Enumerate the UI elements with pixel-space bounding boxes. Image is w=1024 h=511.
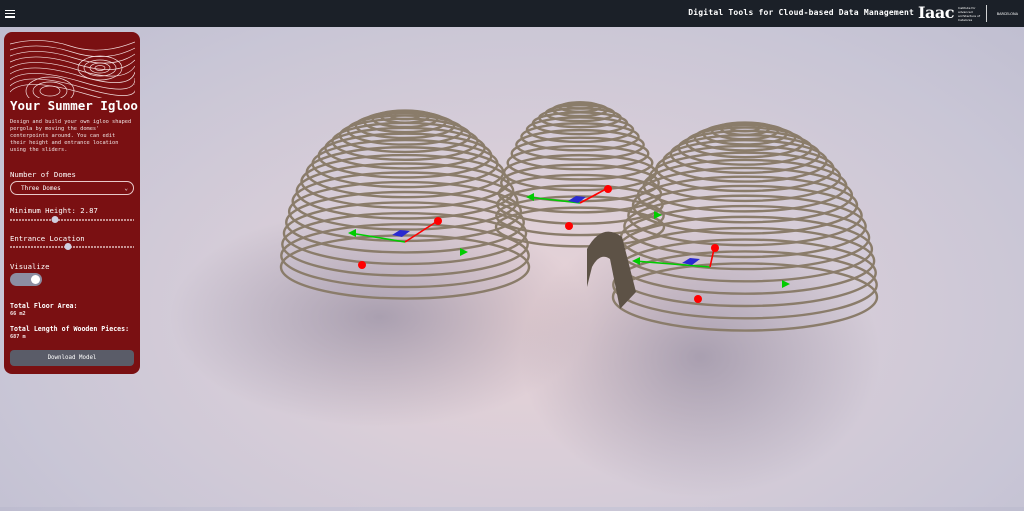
domes-select-value: Three Domes	[21, 185, 61, 192]
slider-track	[10, 219, 134, 221]
download-model-button[interactable]: Download Model	[10, 350, 134, 366]
gizmo-x-handle[interactable]	[694, 295, 702, 303]
domes-label: Number of Domes	[10, 170, 76, 179]
slider-thumb[interactable]	[64, 243, 72, 250]
logo-city: BARCELONA	[996, 12, 1018, 16]
gizmo-x-handle[interactable]	[565, 222, 573, 230]
hero-image	[10, 36, 135, 98]
hamburger-menu-icon[interactable]	[5, 9, 15, 18]
entrance-label: Entrance Location	[10, 234, 85, 243]
3d-viewport[interactable]	[140, 27, 1024, 507]
domes-select[interactable]: Three Domes ⌄	[10, 181, 134, 195]
slider-track	[10, 246, 134, 248]
toggle-knob	[31, 275, 40, 284]
gizmo-x-handle[interactable]	[604, 185, 612, 193]
iaac-logo-subtext: Institute for advanced architecture of C…	[958, 6, 980, 22]
floor-area-label: Total Floor Area:	[10, 302, 78, 310]
min-height-label: Minimum Height: 2.87	[10, 206, 98, 215]
iaac-logo: Iaac	[918, 3, 954, 22]
header-title: Digital Tools for Cloud-based Data Manag…	[688, 8, 914, 17]
page-title: Your Summer Igloo	[10, 98, 138, 113]
visualize-toggle[interactable]	[10, 273, 42, 286]
description: Design and build your own igloo shaped p…	[10, 119, 132, 153]
visualize-label: Visualize	[10, 262, 50, 271]
gizmo-x-handle[interactable]	[358, 261, 366, 269]
slider-thumb[interactable]	[51, 216, 59, 223]
chevron-down-icon: ⌄	[124, 185, 128, 192]
wood-length-label: Total Length of Wooden Pieces:	[10, 325, 130, 333]
control-panel: Your Summer Igloo Design and build your …	[4, 32, 140, 374]
top-bar: Digital Tools for Cloud-based Data Manag…	[0, 0, 1024, 27]
entrance-slider[interactable]	[10, 243, 134, 250]
gizmo-x-handle[interactable]	[711, 244, 719, 252]
logo-divider	[986, 5, 987, 22]
wood-length-value: 687 m	[10, 334, 26, 340]
min-height-slider[interactable]	[10, 216, 134, 223]
floor-area-value: 66 m2	[10, 311, 26, 317]
gizmo-x-handle[interactable]	[434, 217, 442, 225]
